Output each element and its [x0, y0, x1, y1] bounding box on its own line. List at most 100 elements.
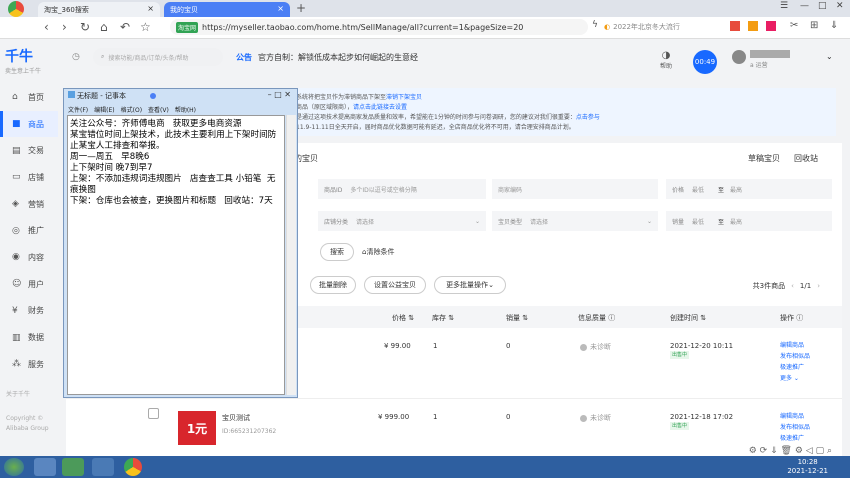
col-price[interactable]: 价格 ⇅ [392, 313, 414, 323]
sales-range-input[interactable]: 销量 最低 至最高 [666, 211, 832, 231]
more-batch-button[interactable]: 更多批量操作 ⌄ [434, 276, 506, 294]
start-button[interactable] [4, 458, 24, 476]
new-tab-icon[interactable]: + [296, 1, 306, 15]
product-thumbnail[interactable]: 1元 [178, 411, 216, 445]
taskbar-app-icon[interactable] [34, 458, 56, 476]
tab-my-items[interactable]: 我的宝贝 × [164, 2, 290, 17]
quick-promote-link[interactable]: 极速推广 [780, 433, 810, 444]
sidebar-item-content[interactable]: ◉ 内容 [0, 244, 58, 271]
bolt-icon[interactable]: ϟ [592, 20, 598, 30]
col-created[interactable]: 创建时间 ⇅ [670, 313, 706, 323]
item-type-select[interactable]: 宝贝类型 请选择 ⌄ [492, 211, 658, 231]
row-checkbox[interactable] [148, 408, 159, 419]
close-icon[interactable]: × [277, 4, 284, 13]
sidebar-item-promote[interactable]: ◎ 推广 [0, 217, 58, 244]
maximize-icon[interactable]: □ [818, 1, 827, 11]
notepad-window[interactable]: 无标题 - 记事本 – □ ✕ 文件(F) 编辑(E) 格式(O) 查看(V) 帮助(H… [63, 88, 298, 398]
tab-drafts[interactable]: 草稿宝贝 [748, 154, 780, 163]
close-icon[interactable]: ✕ [284, 90, 291, 99]
notepad-scrollbar[interactable] [286, 115, 296, 395]
ext-icon[interactable] [730, 21, 740, 31]
search-input[interactable]: ⌕ 搜索功能/商品/订单/头条/帮助 [93, 48, 223, 66]
settings-icon[interactable]: ⚙ [795, 446, 803, 456]
delete-icon[interactable]: 🗑 [781, 446, 792, 456]
sidebar-item-home[interactable]: ⌂ 首页 [0, 84, 58, 111]
taskbar-clock[interactable]: 10:28 2021-12-21 [787, 458, 828, 476]
menu-file[interactable]: 文件(F) [68, 107, 88, 114]
sidebar-item-products[interactable]: ■ 商品 [0, 110, 58, 138]
notice-link[interactable]: 请点击此链接去设置 [353, 104, 407, 111]
forward-icon[interactable]: › [62, 20, 67, 34]
close-icon[interactable]: × [147, 4, 154, 13]
clear-button[interactable]: ⌂清除条件 [362, 247, 394, 257]
tab-recycle-bin[interactable]: 回收站 [794, 154, 818, 163]
edit-link[interactable]: 编辑商品 [780, 411, 810, 422]
game-icon[interactable] [748, 21, 758, 31]
browser-taskbar-icon[interactable] [124, 458, 142, 476]
edit-link[interactable]: 编辑商品 [780, 340, 810, 351]
announcement-text[interactable]: 官方自制：解锁低成本起步如何崛起的生意经 [258, 53, 418, 62]
window-icon[interactable]: ▢ [816, 446, 825, 456]
zoom-icon[interactable]: ⌕ [827, 446, 832, 456]
download-icon[interactable]: ⇓ [770, 446, 778, 456]
notepad-text-area[interactable]: 关注公众号：齐师傅电商 获取更多电商资源 某宝错位时间上架技术，此技术主要利用上… [67, 115, 285, 395]
back-icon[interactable]: ‹ [44, 20, 49, 34]
menu-edit[interactable]: 编辑(E) [94, 107, 114, 114]
set-charity-button[interactable]: 设置公益宝贝 [364, 276, 426, 294]
avatar[interactable] [732, 50, 746, 64]
star-icon[interactable]: ☆ [140, 20, 151, 34]
address-bar[interactable]: 淘宝网 https://myseller.taobao.com/home.htm… [170, 19, 588, 35]
menu-format[interactable]: 格式(O) [121, 107, 142, 114]
menu-view[interactable]: 查看(V) [148, 107, 169, 114]
product-id-input[interactable]: 商品ID 多个ID以逗号或空格分隔 [318, 179, 486, 199]
more-link[interactable]: 更多 ⌄ [780, 373, 810, 384]
notice-link[interactable]: 滞销下架宝贝 [386, 94, 422, 101]
maximize-icon[interactable]: □ [274, 90, 282, 99]
volume-icon[interactable]: ◁ [806, 446, 813, 456]
menu-help[interactable]: 帮助(H) [175, 107, 196, 114]
batch-delete-button[interactable]: 批量删除 [310, 276, 356, 294]
url-text[interactable]: https://myseller.taobao.com/home.htm/Sel… [202, 23, 523, 32]
minimize-icon[interactable]: — [800, 1, 809, 11]
app-icon[interactable] [766, 21, 776, 31]
next-page-icon[interactable]: › [817, 282, 820, 290]
wechat-icon[interactable] [62, 458, 84, 476]
tab-360-search[interactable]: 淘宝_360搜索 × [38, 2, 160, 17]
minimize-icon[interactable]: – [268, 90, 272, 99]
notice-link[interactable]: 点击参与 [576, 114, 600, 121]
merchant-code-input[interactable]: 商家编码 [492, 179, 658, 199]
sidebar-item-service[interactable]: ⁂ 服务 [0, 351, 58, 378]
sidebar-item-data[interactable]: ▥ 数据 [0, 324, 58, 351]
grid-icon[interactable]: ⊞ [810, 20, 818, 31]
news-box[interactable]: ◐ 2022年北京冬大流行 [604, 19, 724, 35]
price-range-input[interactable]: 价格 最低 至最高 [666, 179, 832, 199]
help-button[interactable]: ◑ 帮助 [660, 50, 672, 70]
close-window-icon[interactable]: ✕ [836, 1, 844, 11]
prev-page-icon[interactable]: ‹ [791, 282, 794, 290]
home-icon[interactable]: ⌂ [100, 20, 108, 34]
explorer-icon[interactable] [92, 458, 114, 476]
shop-category-select[interactable]: 店铺分类 请选择 ⌄ [318, 211, 486, 231]
publish-similar-link[interactable]: 发布相似品 [780, 351, 810, 362]
sidebar-item-shop[interactable]: ▭ 店铺 [0, 164, 58, 191]
about-link[interactable]: 关于千牛 [6, 390, 66, 400]
chevron-down-icon[interactable]: ⌄ [826, 52, 833, 61]
sidebar-item-marketing[interactable]: ◈ 营销 [0, 191, 58, 218]
refresh-icon[interactable]: ⟳ [760, 446, 768, 456]
reload-icon[interactable]: ↻ [80, 20, 90, 34]
col-sales[interactable]: 销量 ⇅ [506, 313, 528, 323]
history-icon[interactable]: ◷ [72, 52, 80, 62]
sidebar-item-trade[interactable]: ▤ 交易 [0, 137, 58, 164]
download-icon[interactable]: ⇓ [830, 20, 838, 31]
tool-icon[interactable]: ⚙ [749, 446, 757, 456]
undo-icon[interactable]: ↶ [120, 20, 130, 34]
quick-promote-link[interactable]: 极速推广 [780, 362, 810, 373]
search-button[interactable]: 搜索 [320, 243, 354, 261]
announcement-bar[interactable]: 公告 官方自制：解锁低成本起步如何崛起的生意经 [236, 52, 418, 63]
timer-badge[interactable]: 00:49 [693, 50, 717, 74]
qianniu-logo[interactable]: 千牛 卖生意上千牛 [5, 46, 65, 81]
col-stock[interactable]: 库存 ⇅ [432, 313, 454, 323]
sidebar-item-users[interactable]: ☺ 用户 [0, 271, 58, 298]
sidebar-item-finance[interactable]: ¥ 财务 [0, 298, 58, 325]
publish-similar-link[interactable]: 发布相似品 [780, 422, 810, 433]
